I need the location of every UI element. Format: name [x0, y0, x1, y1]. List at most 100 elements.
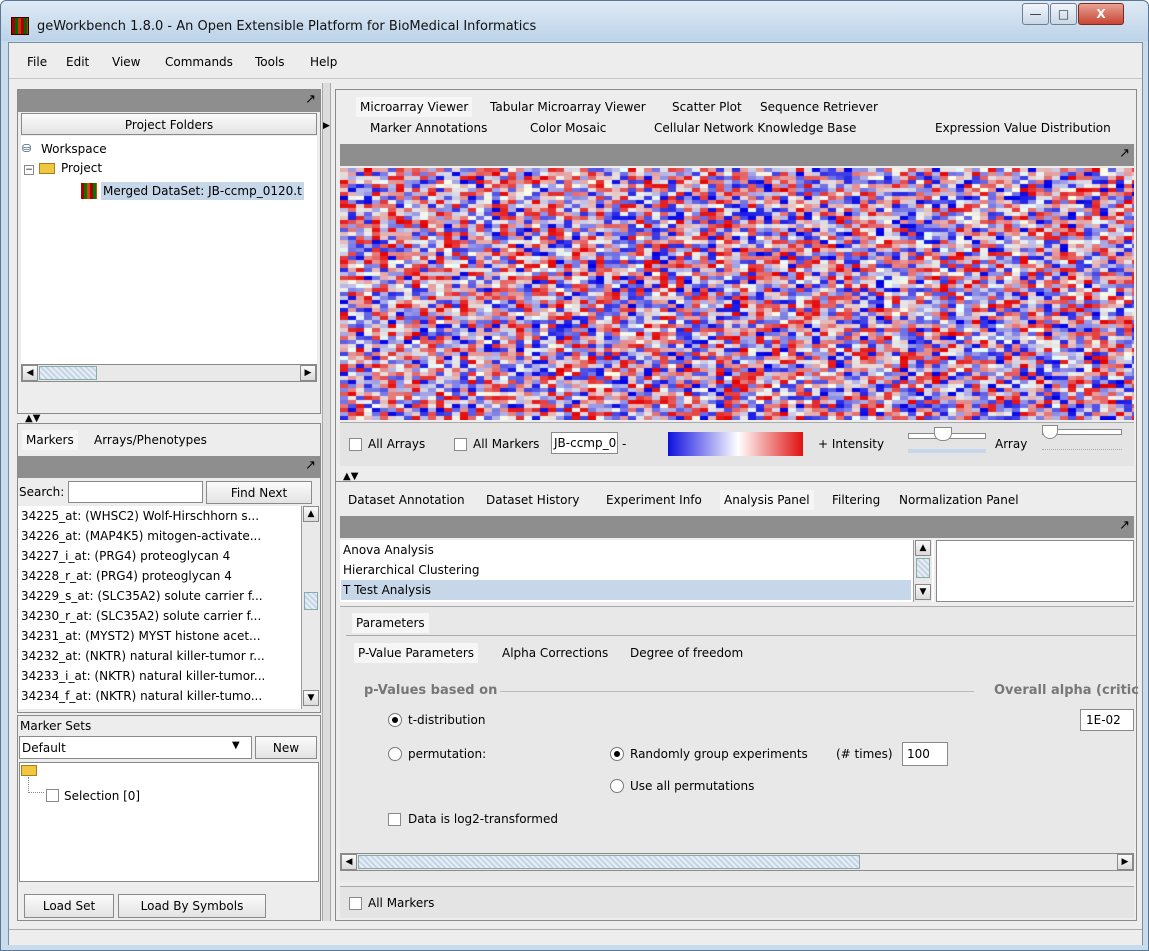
list-item[interactable]: Hierarchical Clustering: [341, 560, 911, 580]
menu-file[interactable]: File: [27, 55, 47, 69]
tab-degree-of-freedom[interactable]: Degree of freedom: [626, 643, 747, 663]
all-markers-footer-label: All Markers: [368, 896, 435, 910]
times-input[interactable]: 100: [902, 742, 948, 766]
scroll-right-icon[interactable]: ▶: [300, 365, 316, 381]
marker-set-select[interactable]: Default ▼: [19, 736, 252, 759]
marker-list-vscrollbar[interactable]: ▲ ▼: [301, 506, 320, 709]
permutation-label: permutation:: [408, 747, 487, 761]
load-set-button[interactable]: Load Set: [24, 894, 114, 918]
menu-edit[interactable]: Edit: [66, 55, 89, 69]
tab-expression-value-distribution[interactable]: Expression Value Distribution: [931, 118, 1115, 138]
list-item[interactable]: 34225_at: (WHSC2) Wolf-Hirschhorn s...: [19, 506, 287, 526]
scroll-right-icon[interactable]: ▶: [1117, 854, 1133, 870]
parameters-hscrollbar[interactable]: ◀ ▶: [340, 853, 1134, 871]
maximize-button[interactable]: □: [1050, 3, 1077, 25]
tab-markers[interactable]: Markers: [22, 430, 78, 450]
dataset-field[interactable]: JB-ccmp_012: [551, 432, 618, 454]
scroll-up-icon[interactable]: ▲: [915, 540, 931, 556]
menu-commands[interactable]: Commands: [165, 55, 233, 69]
tab-filtering[interactable]: Filtering: [828, 490, 884, 510]
use-all-label: Use all permutations: [630, 779, 755, 793]
use-all-radio[interactable]: [610, 779, 624, 793]
folder-icon: [39, 163, 55, 174]
tab-arrays-phenotypes[interactable]: Arrays/Phenotypes: [90, 430, 211, 450]
tab-cellular-network[interactable]: Cellular Network Knowledge Base: [650, 118, 860, 138]
tab-experiment-info[interactable]: Experiment Info: [602, 490, 706, 510]
list-item-selected[interactable]: T Test Analysis: [341, 580, 911, 600]
list-item[interactable]: 34234_f_at: (NKTR) natural killer-tumo..…: [19, 686, 287, 706]
list-item[interactable]: 34231_at: (MYST2) MYST histone acet...: [19, 626, 287, 646]
alpha-input[interactable]: 1E-02: [1080, 709, 1134, 731]
scroll-thumb[interactable]: [39, 366, 97, 380]
menu-tools[interactable]: Tools: [255, 55, 285, 69]
scroll-thumb[interactable]: [358, 855, 860, 869]
scroll-thumb[interactable]: [304, 592, 318, 610]
list-item[interactable]: 34230_r_at: (SLC35A2) solute carrier f..…: [19, 606, 287, 626]
list-item[interactable]: 34229_s_at: (SLC35A2) solute carrier f..…: [19, 586, 287, 606]
workspace-node[interactable]: Workspace: [41, 142, 107, 156]
microarray-heatmap[interactable]: [340, 168, 1134, 420]
analysis-list: Anova Analysis Hierarchical Clustering T…: [340, 540, 934, 602]
tab-dataset-history[interactable]: Dataset History: [482, 490, 584, 510]
scroll-left-icon[interactable]: ◀: [341, 854, 357, 870]
search-input[interactable]: [68, 481, 203, 503]
log2-checkbox[interactable]: [388, 813, 401, 826]
list-item[interactable]: 34227_i_at: (PRG4) proteoglycan 4: [19, 546, 287, 566]
collapse-icon[interactable]: −: [24, 165, 34, 175]
scroll-thumb[interactable]: [916, 558, 930, 578]
list-item[interactable]: 34233_i_at: (NKTR) natural killer-tumor.…: [19, 666, 287, 686]
all-markers-footer-checkbox[interactable]: [349, 897, 362, 910]
chevron-down-icon[interactable]: ▼: [232, 740, 240, 751]
maximize-arrow-icon[interactable]: ↗: [305, 92, 316, 107]
close-button[interactable]: X: [1078, 3, 1124, 25]
minimize-button[interactable]: —: [1022, 3, 1049, 25]
tab-color-mosaic[interactable]: Color Mosaic: [526, 118, 610, 138]
menu-help[interactable]: Help: [310, 55, 337, 69]
vertical-splitter[interactable]: ▶: [322, 83, 331, 921]
maximize-arrow-icon[interactable]: ↗: [1119, 146, 1130, 161]
menu-view[interactable]: View: [112, 55, 140, 69]
selection-node[interactable]: Selection [0]: [64, 789, 140, 803]
analysis-list-vscrollbar[interactable]: ▲ ▼: [913, 540, 932, 602]
random-group-radio[interactable]: [610, 747, 624, 761]
find-next-button[interactable]: Find Next: [206, 481, 312, 504]
scroll-down-icon[interactable]: ▼: [303, 690, 319, 706]
all-arrays-checkbox[interactable]: [349, 438, 362, 451]
project-folders-header[interactable]: Project Folders: [21, 113, 317, 135]
scroll-down-icon[interactable]: ▼: [915, 584, 931, 600]
scroll-up-icon[interactable]: ▲: [303, 506, 319, 522]
tab-p-value-parameters[interactable]: P-Value Parameters: [354, 643, 479, 663]
marker-sets-label: Marker Sets: [20, 719, 92, 733]
project-node[interactable]: Project: [61, 161, 102, 175]
tab-normalization-panel[interactable]: Normalization Panel: [895, 490, 1023, 510]
tab-analysis-panel[interactable]: Analysis Panel: [720, 490, 814, 510]
maximize-arrow-icon[interactable]: ↗: [305, 458, 316, 473]
dataset-node[interactable]: Merged DataSet: JB-ccmp_0120.t: [101, 182, 304, 200]
tab-marker-annotations[interactable]: Marker Annotations: [366, 118, 491, 138]
new-set-button[interactable]: New: [255, 736, 317, 759]
list-item[interactable]: 34228_r_at: (PRG4) proteoglycan 4: [19, 566, 287, 586]
tab-dataset-annotation[interactable]: Dataset Annotation: [344, 490, 469, 510]
tab-alpha-corrections[interactable]: Alpha Corrections: [498, 643, 612, 663]
tab-scatter-plot[interactable]: Scatter Plot: [668, 97, 746, 117]
scroll-left-icon[interactable]: ◀: [22, 365, 38, 381]
status-bar: [9, 929, 1142, 945]
project-hscrollbar[interactable]: ◀ ▶: [21, 364, 317, 382]
array-slider-thumb[interactable]: [1042, 425, 1058, 439]
tab-tabular-microarray-viewer[interactable]: Tabular Microarray Viewer: [486, 97, 650, 117]
maximize-arrow-icon[interactable]: ↗: [1119, 518, 1130, 533]
list-item[interactable]: 34232_at: (NKTR) natural killer-tumor r.…: [19, 646, 287, 666]
title-bar: geWorkbench 1.8.0 - An Open Extensible P…: [1, 1, 1148, 41]
tab-sequence-retriever[interactable]: Sequence Retriever: [756, 97, 882, 117]
permutation-radio[interactable]: [388, 747, 402, 761]
split-arrow-icon[interactable]: ▶: [323, 121, 330, 131]
load-by-symbols-button[interactable]: Load By Symbols: [118, 894, 266, 918]
selection-checkbox[interactable]: [46, 789, 59, 802]
tab-microarray-viewer[interactable]: Microarray Viewer: [356, 97, 473, 117]
tab-parameters[interactable]: Parameters: [352, 613, 429, 633]
list-item[interactable]: Anova Analysis: [341, 540, 911, 560]
t-distribution-radio[interactable]: [388, 713, 402, 727]
intensity-slider-thumb[interactable]: [934, 427, 952, 441]
list-item[interactable]: 34226_at: (MAP4K5) mitogen-activate...: [19, 526, 287, 546]
all-markers-checkbox[interactable]: [454, 438, 467, 451]
